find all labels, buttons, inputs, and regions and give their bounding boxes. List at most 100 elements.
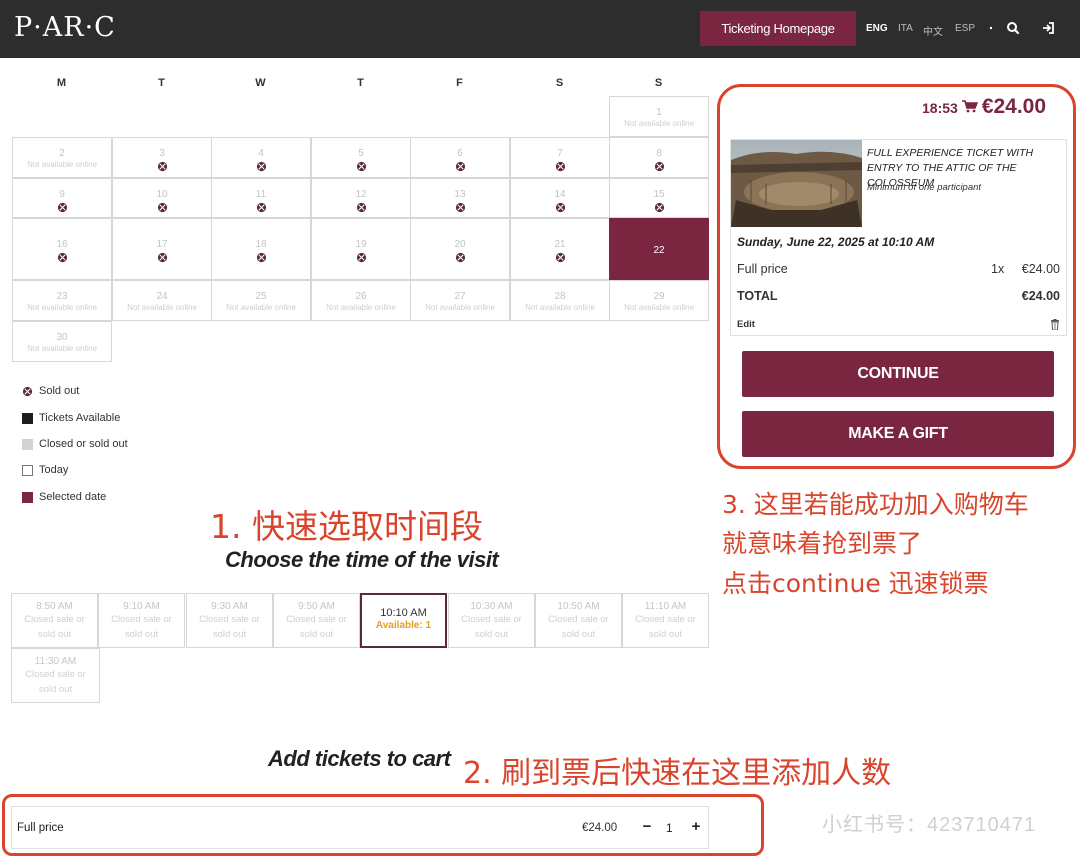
annotation-step2: 2. 刷到票后快速在这里添加人数 bbox=[463, 756, 892, 791]
time-slot: 10:30 AM Closed sale or sold out bbox=[448, 593, 535, 648]
time-slot: 10:50 AM Closed sale or sold out bbox=[535, 593, 622, 648]
weekday-header: M bbox=[56, 77, 67, 89]
calendar-day-23: 23 Not available online bbox=[12, 280, 112, 321]
time-slot-status: Closed sale or sold out bbox=[111, 614, 172, 640]
not-available-label: Not available online bbox=[27, 303, 97, 312]
calendar-day-24: 24 Not available online bbox=[112, 280, 212, 321]
decrease-quantity-button[interactable]: − bbox=[640, 818, 654, 835]
lang-ita-link[interactable]: ITA bbox=[898, 23, 913, 34]
calendar-day-3[interactable]: 3 bbox=[112, 137, 212, 178]
top-header: P·AR·C Ticketing Homepage ENG ITA 中文 ESP bbox=[0, 0, 1080, 58]
not-available-label: Not available online bbox=[27, 160, 97, 169]
legend-label: Tickets Available bbox=[39, 412, 121, 424]
closed-swatch bbox=[22, 438, 33, 450]
calendar-day-1: 1 Not available online bbox=[609, 96, 709, 137]
full-price-label: Full price bbox=[737, 262, 788, 276]
ticketing-homepage-button[interactable]: Ticketing Homepage bbox=[700, 11, 856, 46]
day-number: 16 bbox=[56, 239, 68, 250]
lang-esp-link[interactable]: ESP bbox=[955, 23, 975, 34]
weekday-header: T bbox=[158, 77, 165, 89]
page: P·AR·C Ticketing Homepage ENG ITA 中文 ESP… bbox=[0, 0, 1080, 857]
day-number: 3 bbox=[159, 148, 165, 159]
sold-out-icon bbox=[113, 252, 211, 263]
time-slot-status: Closed sale or sold out bbox=[24, 614, 85, 640]
legend-selected-date: Selected date bbox=[22, 490, 106, 504]
time-slot: 11:10 AM Closed sale or sold out bbox=[622, 593, 709, 648]
search-icon[interactable] bbox=[1004, 18, 1022, 38]
not-available-label: Not available online bbox=[127, 303, 197, 312]
calendar-day-25: 25 Not available online bbox=[211, 280, 311, 321]
sold-out-icon bbox=[22, 386, 33, 396]
make-a-gift-button[interactable]: MAKE A GIFT bbox=[742, 411, 1054, 457]
lang-eng-link[interactable]: ENG bbox=[866, 23, 888, 34]
continue-button[interactable]: CONTINUE bbox=[742, 351, 1054, 397]
sold-out-icon bbox=[312, 161, 410, 172]
weekday-header: F bbox=[456, 77, 463, 89]
calendar-day-11[interactable]: 11 bbox=[211, 178, 311, 218]
calendar-day-13[interactable]: 13 bbox=[410, 178, 510, 218]
time-slot-time: 10:50 AM bbox=[557, 601, 600, 612]
annotation-step3-line1: 3. 这里若能成功加入购物车 bbox=[722, 490, 1029, 519]
time-slot: 11:30 AM Closed sale or sold out bbox=[11, 648, 100, 703]
quantity-value[interactable]: 1 bbox=[666, 821, 673, 835]
time-slot[interactable]: 10:10 AM Available: 1 bbox=[360, 593, 447, 648]
sold-out-icon bbox=[212, 252, 310, 263]
calendar-day-5[interactable]: 5 bbox=[311, 137, 411, 178]
time-slot-time: 9:50 AM bbox=[298, 601, 335, 612]
calendar-day-22[interactable]: 22 bbox=[609, 218, 709, 280]
sold-out-icon bbox=[411, 202, 509, 213]
annotation-step1: 1. 快速选取时间段 bbox=[210, 507, 483, 546]
day-number: 23 bbox=[56, 291, 68, 302]
calendar-day-19[interactable]: 19 bbox=[311, 218, 411, 280]
calendar-day-14[interactable]: 14 bbox=[510, 178, 610, 218]
ticket-type-price: €24.00 bbox=[582, 822, 618, 834]
not-available-label: Not available online bbox=[326, 303, 396, 312]
calendar-day-20[interactable]: 20 bbox=[410, 218, 510, 280]
calendar-day-17[interactable]: 17 bbox=[112, 218, 212, 280]
calendar-day-9[interactable]: 9 bbox=[12, 178, 112, 218]
day-number: 10 bbox=[156, 189, 168, 200]
login-icon[interactable] bbox=[1040, 18, 1058, 38]
calendar-day-7[interactable]: 7 bbox=[510, 137, 610, 178]
sold-out-icon bbox=[511, 252, 609, 263]
day-number: 27 bbox=[454, 291, 466, 302]
calendar-day-6[interactable]: 6 bbox=[410, 137, 510, 178]
calendar-day-15[interactable]: 15 bbox=[609, 178, 709, 218]
time-slot-time: 11:30 AM bbox=[34, 656, 77, 667]
calendar-day-4[interactable]: 4 bbox=[211, 137, 311, 178]
calendar-day-16[interactable]: 16 bbox=[12, 218, 112, 280]
lang-zh-link[interactable]: 中文 bbox=[923, 23, 943, 38]
parco-logo[interactable]: P·AR·C bbox=[14, 12, 116, 43]
edit-link[interactable]: Edit bbox=[737, 319, 755, 330]
legend-label: Sold out bbox=[39, 385, 80, 397]
time-slot: 9:50 AM Closed sale or sold out bbox=[273, 593, 360, 648]
increase-quantity-button[interactable]: + bbox=[689, 818, 703, 835]
trash-icon[interactable] bbox=[1050, 319, 1060, 330]
sold-out-icon bbox=[511, 161, 609, 172]
add-tickets-title: Add tickets to cart bbox=[268, 746, 451, 771]
sold-out-icon bbox=[610, 202, 708, 213]
legend-closed: Closed or sold out bbox=[22, 437, 128, 451]
time-slot: 9:10 AM Closed sale or sold out bbox=[98, 593, 185, 648]
day-number: 29 bbox=[653, 291, 665, 302]
calendar-day-10[interactable]: 10 bbox=[112, 178, 212, 218]
time-slot-status: Closed sale or sold out bbox=[461, 614, 522, 640]
not-available-label: Not available online bbox=[27, 344, 97, 353]
time-slot-time: 8:50 AM bbox=[36, 601, 73, 612]
calendar-day-18[interactable]: 18 bbox=[211, 218, 311, 280]
annotation-step3-line2: 就意味着抢到票了 bbox=[722, 529, 923, 558]
calendar-day-30: 30 Not available online bbox=[12, 321, 112, 362]
today-swatch bbox=[22, 464, 33, 476]
available-swatch bbox=[22, 412, 33, 424]
legend-today: Today bbox=[22, 463, 68, 477]
legend-label: Selected date bbox=[39, 491, 107, 503]
calendar-day-8[interactable]: 8 bbox=[609, 137, 709, 178]
sold-out-icon bbox=[312, 202, 410, 213]
day-number: 2 bbox=[59, 148, 65, 159]
cart-ticket-card: FULL EXPERIENCE TICKET WITH ENTRY TO THE… bbox=[730, 139, 1067, 336]
calendar-day-12[interactable]: 12 bbox=[311, 178, 411, 218]
dot-icon bbox=[989, 26, 993, 30]
visit-date: Sunday, June 22, 2025 at 10:10 AM bbox=[737, 235, 935, 249]
ticket-type-label: Full price bbox=[17, 822, 64, 834]
calendar-day-21[interactable]: 21 bbox=[510, 218, 610, 280]
